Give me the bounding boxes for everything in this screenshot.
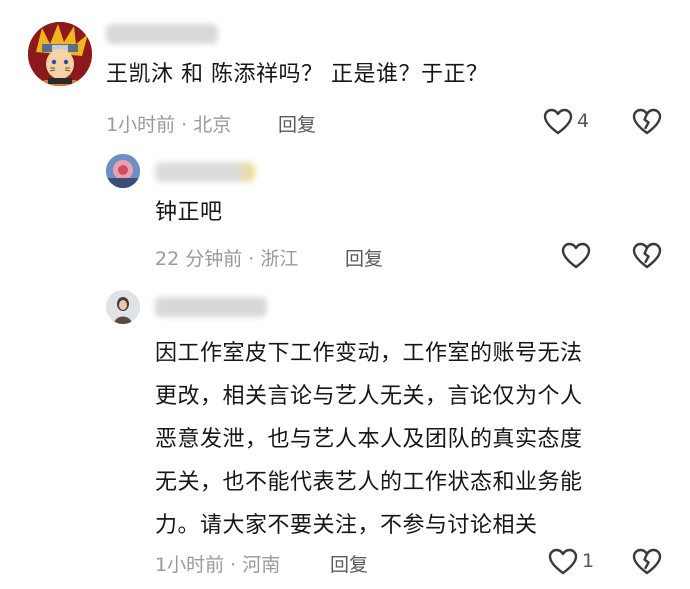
avatar[interactable] [28,22,92,86]
comment-time: 1小时前 [106,114,176,136]
comment-text: 钟正吧 [155,200,223,225]
separator: · [230,554,237,576]
broken-heart-icon[interactable] [632,108,662,136]
like-count: 4 [577,110,590,132]
heart-outline-icon[interactable] [561,242,591,270]
reply-button[interactable]: 回复 [278,110,316,137]
blurred-username [155,162,255,182]
separator: · [248,248,255,270]
avatar[interactable] [106,154,140,188]
blurred-username [106,24,218,44]
comment-meta: 1小时前 · 北京 [106,110,231,137]
comment-time: 22 分钟前 [155,248,243,270]
comment-text: 因工作室皮下工作变动，工作室的账号无法 更改，相关言论与艺人无关，言论仅为个人 … [155,332,583,547]
text-line: 无关，也不能代表艺人的工作状态和业务能 [155,470,583,495]
text-line: 更改，相关言论与艺人无关，言论仅为个人 [155,384,583,409]
text-line: 因工作室皮下工作变动，工作室的账号无法 [155,341,583,366]
avatar-image [106,290,140,324]
broken-heart-icon[interactable] [632,548,662,576]
like-count: 1 [582,550,595,572]
heart-outline-icon[interactable] [543,108,573,136]
text-line: 恶意发泄，也与艺人本人及团队的真实态度 [155,427,583,452]
comment-meta: 22 分钟前 · 浙江 [155,244,298,271]
blurred-username [155,297,267,317]
comment-time: 1小时前 [155,554,225,576]
heart-outline-icon[interactable] [548,548,578,576]
comment-meta: 1小时前 · 河南 [155,550,280,577]
text-line: 力。请大家不要关注，不参与讨论相关 [155,513,538,538]
reply-button[interactable]: 回复 [330,550,368,577]
comment-location: 河南 [242,554,281,576]
comment-location: 北京 [193,114,232,136]
separator: · [181,114,188,136]
avatar-image [106,154,140,188]
naruto-avatar [28,22,92,86]
comment-location: 浙江 [260,248,299,270]
comment-text: 王凯沐 和 陈添祥吗？ 正是谁？于正？ [106,62,489,87]
broken-heart-icon[interactable] [632,242,662,270]
reply-button[interactable]: 回复 [345,244,383,271]
avatar[interactable] [106,290,140,324]
